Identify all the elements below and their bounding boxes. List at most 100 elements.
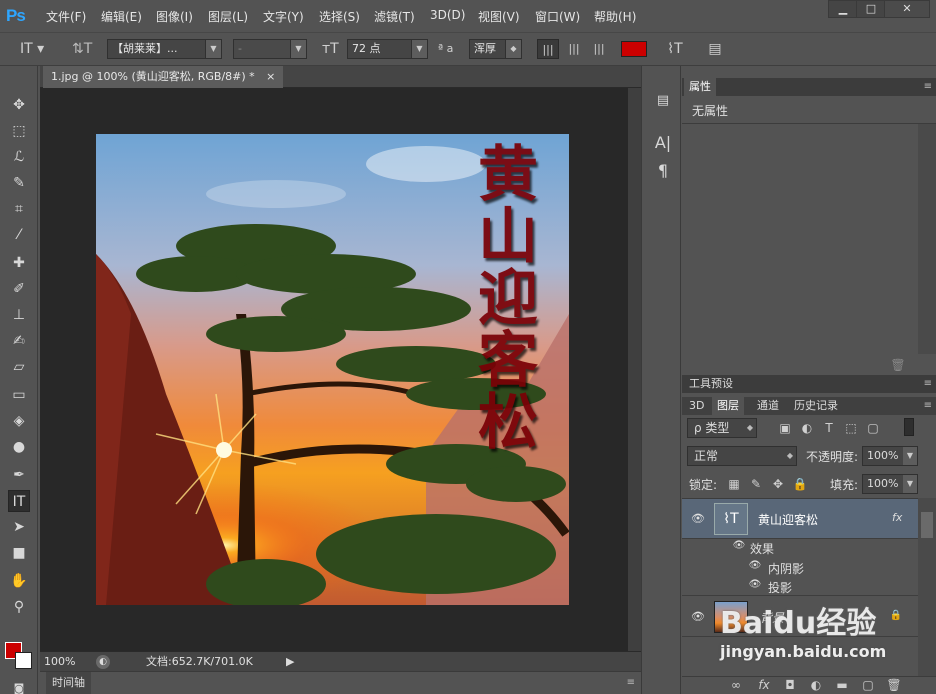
effects-row[interactable]: 👁 效果 [682,539,918,557]
properties-tab[interactable]: 属性 [684,78,716,96]
new-group-icon[interactable]: ▬ [834,678,850,692]
marquee-tool-icon[interactable]: ⬚ [8,120,30,142]
font-size-dropdown[interactable]: 72 点 ▼ [347,39,428,59]
add-layer-style-icon[interactable]: fx [756,678,772,692]
menu-layer[interactable]: 图层(L) [208,8,248,25]
layer-row[interactable]: 👁 背景 🔒 [682,597,918,637]
close-tab-icon[interactable]: × [266,70,275,83]
layers-scroll-thumb[interactable] [921,512,933,538]
type-tool-icon[interactable]: ⅠT [8,490,30,512]
quick-mask-icon[interactable]: ◙ [8,678,30,694]
visibility-eye-icon[interactable]: 👁 [748,560,762,571]
background-color-swatch[interactable] [15,652,32,669]
vertical-scrollbar[interactable] [628,88,641,651]
hand-tool-icon[interactable]: ✋ [8,570,30,592]
fill-field[interactable]: 100% ▼ [862,474,918,494]
font-family-dropdown[interactable]: 【胡莱莱】... ▼ [107,39,222,59]
layer-name[interactable]: 黄山迎客松 [758,511,818,528]
antialias-dropdown[interactable]: 浑厚 ◆ [469,39,522,59]
path-selection-tool-icon[interactable]: ➤ [8,516,30,538]
panel-menu-icon[interactable]: ≡ [924,400,932,411]
lock-transparent-icon[interactable]: ▦ [726,477,742,491]
filter-type-icon[interactable]: T [821,421,837,435]
lasso-tool-icon[interactable]: ℒ [8,146,30,168]
canvas-image[interactable]: 黄 山 迎 客 松 [96,134,569,605]
move-tool-icon[interactable]: ✥ [8,94,30,116]
visibility-eye-icon[interactable]: 👁 [691,610,705,623]
opacity-field[interactable]: 100% ▼ [862,446,918,466]
panel-menu-icon[interactable]: ≡ [924,378,932,389]
tab-layers[interactable]: 图层 [712,397,744,415]
font-style-dropdown[interactable]: - ▼ [233,39,307,59]
layer-row[interactable]: 👁 ⌇T 黄山迎客松 fx [682,499,918,539]
effect-item-row[interactable]: 👁 内阴影 [682,558,918,577]
tool-presets-tab[interactable]: 工具预设 [684,375,738,393]
timeline-tab[interactable]: 时间轴 [46,672,91,694]
menu-image[interactable]: 图像(I) [156,8,193,25]
menu-file[interactable]: 文件(F) [46,8,86,25]
lock-image-icon[interactable]: ✎ [748,477,764,491]
add-mask-icon[interactable]: ◘ [782,678,798,692]
gradient-tool-icon[interactable]: ▭ [8,384,30,406]
close-window-button[interactable]: ✕ [884,0,930,18]
menu-select[interactable]: 选择(S) [319,8,360,25]
character-icon[interactable]: A| [652,132,674,154]
maximize-button[interactable]: □ [856,0,886,18]
menu-type[interactable]: 文字(Y) [263,8,304,25]
new-adjustment-icon[interactable]: ◐ [808,678,824,692]
quick-selection-tool-icon[interactable]: ✎ [8,172,30,194]
dodge-tool-icon[interactable]: ● [8,436,30,458]
menu-edit[interactable]: 编辑(E) [101,8,142,25]
filter-smart-object-icon[interactable]: ▢ [865,421,881,435]
paragraph-icon[interactable]: ¶ [652,160,674,182]
delete-layer-icon[interactable]: 🗑 [886,678,902,692]
minimize-button[interactable]: ▁ [828,0,858,18]
menu-help[interactable]: 帮助(H) [594,8,636,25]
history-brush-tool-icon[interactable]: ✍ [8,330,30,352]
new-layer-icon[interactable]: ▢ [860,678,876,692]
layers-scrollbar[interactable] [918,498,936,676]
filter-adjustment-icon[interactable]: ◐ [799,421,815,435]
effect-item-row[interactable]: 👁 投影 [682,577,918,596]
panel-menu-icon[interactable]: ≡ [627,672,635,694]
tab-channels[interactable]: 通道 [752,397,784,415]
stamp-tool-icon[interactable]: ⊥ [8,304,30,326]
type-tool-preset-icon[interactable]: ⅠT ▾ [20,39,46,59]
layer-filter-dropdown[interactable]: ρ 类型 ◆ [687,418,757,438]
document-tab[interactable]: 1.jpg @ 100% (黄山迎客松, RGB/8#) * × [43,66,284,88]
status-info-icon[interactable]: ◐ [96,655,110,669]
visibility-eye-icon[interactable]: 👁 [691,512,705,525]
tool-presets-icon[interactable]: ▤ [652,90,674,112]
toggle-text-orientation-icon[interactable]: ⇅T [72,39,94,59]
align-bottom-icon[interactable]: ||| [588,39,610,59]
align-top-icon[interactable]: ||| [537,39,559,59]
link-layers-icon[interactable]: ∞ [728,678,744,692]
tab-3d[interactable]: 3D [684,397,709,415]
healing-brush-tool-icon[interactable]: ✚ [8,252,30,274]
menu-filter[interactable]: 滤镜(T) [374,8,415,25]
character-panel-icon[interactable]: ▤ [704,39,726,59]
menu-window[interactable]: 窗口(W) [535,8,580,25]
filter-toggle-switch[interactable] [904,418,914,436]
menu-view[interactable]: 视图(V) [478,8,520,25]
visibility-eye-icon[interactable]: 👁 [732,540,746,551]
filter-shape-icon[interactable]: ⬚ [843,421,859,435]
blur-tool-icon[interactable]: ◈ [8,410,30,432]
layer-fx-icon[interactable]: fx [892,511,902,524]
properties-scrollbar[interactable] [918,124,936,354]
zoom-level[interactable]: 100% [44,652,75,672]
text-color-swatch[interactable] [621,41,647,57]
lock-all-icon[interactable]: 🔒 [792,477,808,491]
menu-3d[interactable]: 3D(D) [430,8,465,22]
crop-tool-icon[interactable]: ⌗ [8,198,30,220]
lock-position-icon[interactable]: ✥ [770,477,786,491]
visibility-eye-icon[interactable]: 👁 [748,579,762,590]
tab-history[interactable]: 历史记录 [789,397,843,415]
rectangle-tool-icon[interactable]: ■ [8,542,30,564]
filter-pixel-icon[interactable]: ▣ [777,421,793,435]
blend-mode-dropdown[interactable]: 正常 ◆ [687,446,797,466]
pen-tool-icon[interactable]: ✒ [8,464,30,486]
status-menu-arrow-icon[interactable]: ▶ [286,652,294,672]
layer-name[interactable]: 背景 [760,609,784,626]
warp-text-icon[interactable]: ⌇T [664,39,686,59]
